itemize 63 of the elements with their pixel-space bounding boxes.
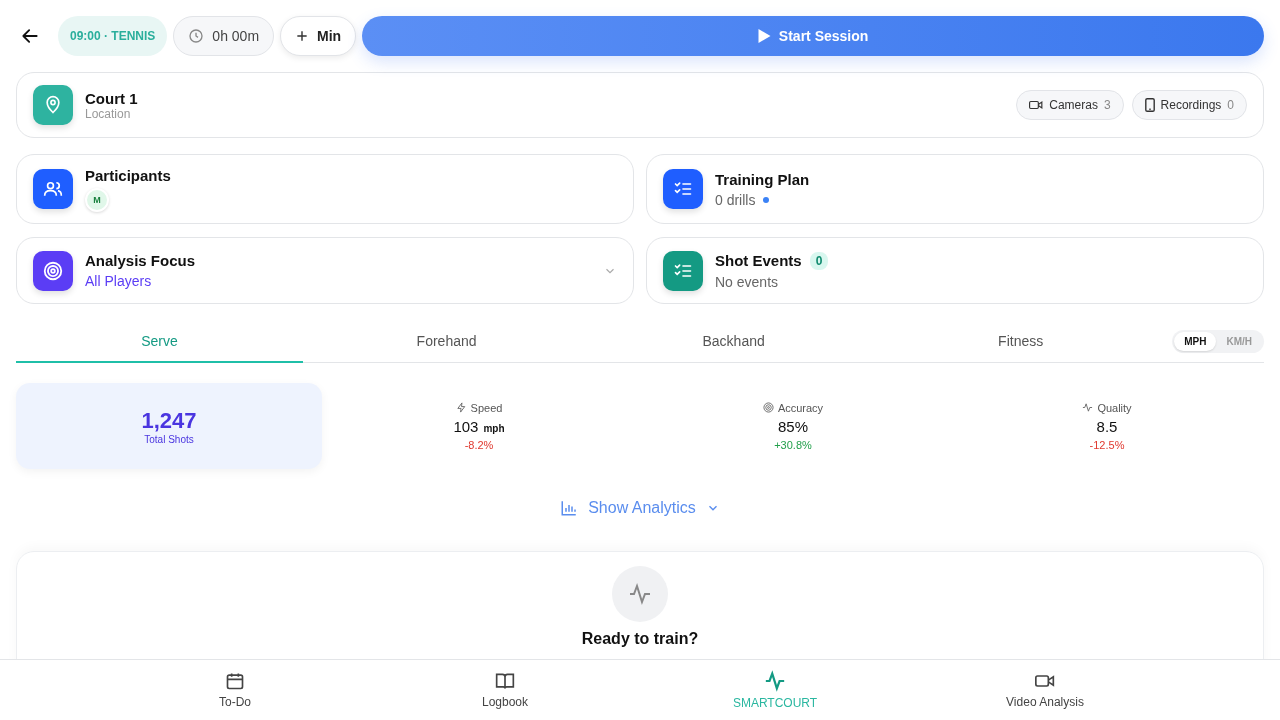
unit-option[interactable]: MPH — [1174, 331, 1217, 351]
back-arrow-icon[interactable] — [20, 26, 40, 46]
pulse-icon — [612, 566, 668, 622]
stat-unit: mph — [483, 422, 505, 434]
session-tag: 09:00 · TENNIS — [58, 16, 168, 56]
lightning-icon — [455, 402, 467, 413]
card-title: Participants — [85, 166, 171, 184]
checklist-icon — [663, 169, 703, 209]
stat-change: -12.5% — [1089, 438, 1125, 451]
total-shots-value: 1,247 — [141, 407, 197, 434]
session-timer: 0h 00m — [173, 16, 275, 56]
card-subtitle: 0 drills — [715, 191, 756, 208]
total-shots-label: Total Shots — [144, 433, 194, 445]
card-title: Training Plan — [715, 170, 810, 188]
card-subtitle: All Players — [85, 273, 152, 289]
nav-item[interactable]: Logbook — [370, 660, 640, 720]
phone-icon — [1144, 98, 1155, 112]
tab[interactable]: Forehand — [303, 320, 591, 363]
clock-icon — [188, 28, 205, 44]
tab[interactable]: Fitness — [877, 320, 1165, 363]
count-badge: 0 — [809, 251, 829, 270]
stat-value: 85% — [778, 417, 808, 435]
stat-change: -8.2% — [464, 438, 494, 451]
card-title: Shot Events — [715, 252, 802, 269]
stat-label: Accuracy — [777, 401, 824, 414]
location-title: Court 1 — [85, 89, 139, 107]
checklist-icon — [663, 250, 703, 291]
start-session-button[interactable]: Start Session — [362, 16, 1264, 56]
target-icon — [33, 250, 73, 291]
nav-item[interactable]: To-Do — [100, 660, 370, 720]
stat-change: +30.8% — [774, 438, 812, 451]
pulse-icon — [764, 670, 786, 692]
plan-card[interactable]: Training Plan 0 drills — [646, 154, 1264, 224]
tab[interactable]: Backhand — [590, 320, 878, 363]
plus-icon — [295, 29, 310, 43]
empty-state-title: Ready to train? — [581, 630, 699, 648]
participant-avatar[interactable]: M — [85, 187, 109, 212]
participants-card[interactable]: Participants M — [16, 154, 634, 224]
pulse-icon — [1082, 402, 1094, 413]
stat-value: 8.5 — [1096, 417, 1118, 435]
focus-card[interactable]: Analysis Focus All Players — [16, 237, 634, 304]
card-title: Analysis Focus — [85, 252, 196, 269]
stat-label: Quality — [1097, 401, 1132, 414]
bar-chart-icon — [560, 499, 579, 517]
tab[interactable]: Serve — [16, 320, 304, 363]
map-pin-icon — [33, 85, 73, 125]
target-icon — [762, 402, 774, 413]
nav-item[interactable]: Video Analysis — [910, 660, 1180, 720]
play-icon — [757, 29, 771, 43]
recordings-chip[interactable]: Recordings 0 — [1131, 90, 1247, 120]
location-card[interactable]: Court 1 Location Cameras 3 Recordings 0 — [16, 72, 1264, 138]
calendar-icon — [225, 671, 245, 691]
add-minutes-button[interactable]: Min — [280, 16, 357, 56]
book-icon — [495, 671, 515, 691]
stat-value: 103 — [453, 417, 479, 435]
cameras-chip[interactable]: Cameras 3 — [1016, 90, 1124, 120]
card-subtitle: No events — [715, 273, 779, 290]
people-icon — [33, 169, 73, 209]
status-dot — [763, 196, 770, 203]
location-subtitle: Location — [85, 106, 132, 121]
video-camera-icon — [1029, 99, 1044, 111]
events-card[interactable]: Shot Events 0 No events — [646, 237, 1264, 304]
stat-label: Speed — [470, 401, 503, 414]
